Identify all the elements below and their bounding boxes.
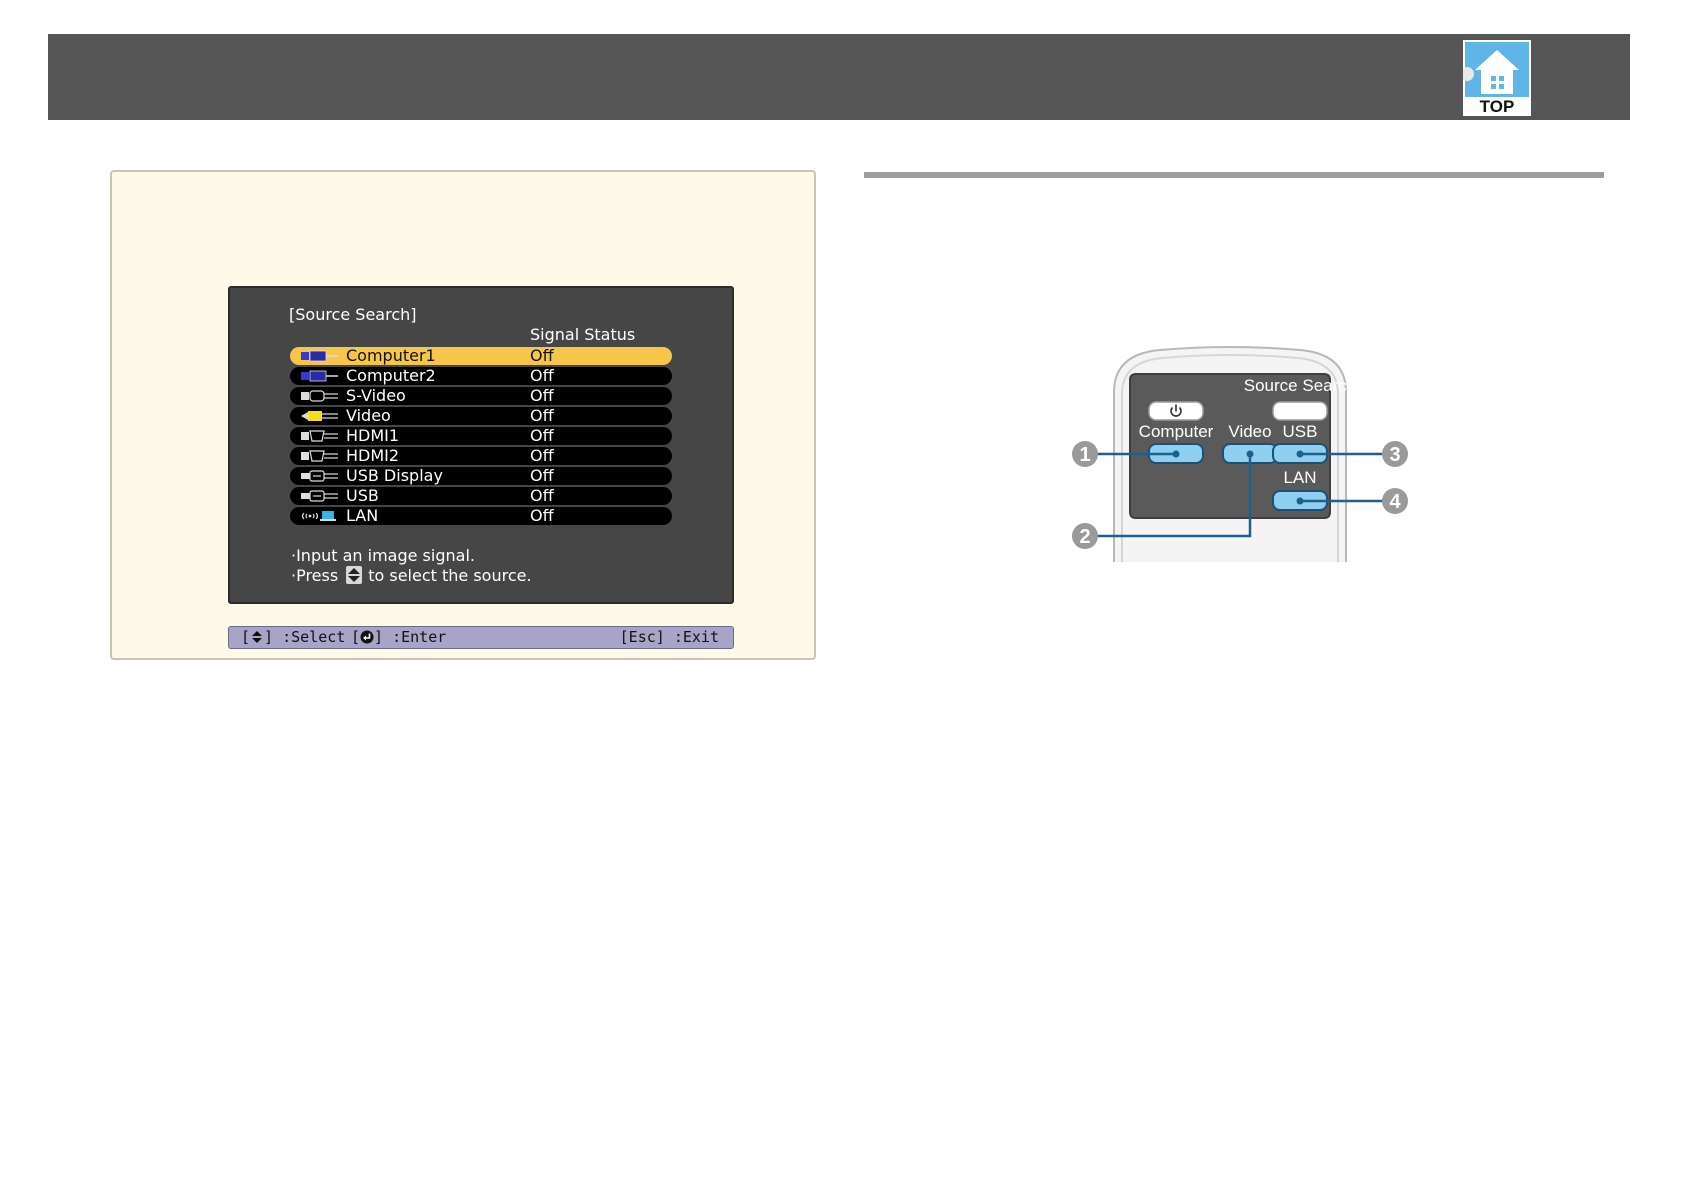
source-row-computer1[interactable]: Computer1 Off xyxy=(290,347,672,365)
enter-key-guide: [ ] :Enter xyxy=(351,627,446,648)
source-row-video[interactable]: Video Off xyxy=(290,407,672,425)
section-divider xyxy=(864,172,1604,178)
wireless-lan-icon xyxy=(301,511,336,521)
computer-port-icon xyxy=(301,350,338,362)
select-source-text: to select the source. xyxy=(368,566,532,585)
press-text: ·Press xyxy=(291,566,339,585)
input-signal-message: ·Input an image signal. xyxy=(291,546,475,565)
callout-3: 3 xyxy=(1382,441,1408,467)
source-row-hdmi1[interactable]: HDMI1 Off xyxy=(290,427,672,445)
svg-text:1: 1 xyxy=(1079,444,1090,466)
svideo-port-icon xyxy=(301,390,338,402)
usb-port-icon xyxy=(301,470,338,482)
top-button-label: TOP xyxy=(1480,97,1515,116)
video-port-icon xyxy=(301,411,338,421)
signal-status-value: Off xyxy=(530,506,554,525)
source-row-s-video[interactable]: S-Video Off xyxy=(290,387,672,405)
source-label: S-Video xyxy=(346,386,406,405)
source-label: LAN xyxy=(346,506,379,525)
source-row-lan[interactable]: LAN Off xyxy=(290,507,672,525)
source-row-hdmi2[interactable]: HDMI2 Off xyxy=(290,447,672,465)
source-label: HDMI1 xyxy=(346,426,400,445)
video-label: Video xyxy=(1228,422,1271,441)
source-list: Computer1 Off Computer2 Off S-Video Off Video O… xyxy=(290,347,672,527)
enter-bracket: [ xyxy=(351,628,361,646)
source-search-label: Source Search xyxy=(1244,376,1356,395)
signal-status-value: Off xyxy=(530,446,554,465)
signal-status-header: Signal Status xyxy=(530,325,636,344)
source-row-usb-display[interactable]: USB Display Off xyxy=(290,467,672,485)
select-key-label: ] :Select xyxy=(264,628,346,646)
source-label: USB Display xyxy=(346,466,443,485)
signal-status-value: Off xyxy=(530,486,554,505)
up-down-key-icon xyxy=(252,631,263,643)
usb-port-icon xyxy=(301,490,338,502)
enter-key-label: ] :Enter xyxy=(374,628,447,646)
top-home-icon: TOP xyxy=(1463,40,1531,116)
up-down-arrow-icon xyxy=(346,566,363,584)
hdmi-port-icon xyxy=(301,450,338,462)
callout-4: 4 xyxy=(1382,488,1408,514)
source-label: HDMI2 xyxy=(346,446,400,465)
svg-text:4: 4 xyxy=(1389,491,1401,513)
callout-1: 1 xyxy=(1072,441,1098,467)
signal-status-value: Off xyxy=(530,466,554,485)
source-search-screen: [Source Search] Signal Status Computer1 O… xyxy=(228,286,734,604)
signal-status-value: Off xyxy=(530,366,554,385)
signal-status-value: Off xyxy=(530,406,554,425)
computer-label: Computer xyxy=(1139,422,1214,441)
lan-label: LAN xyxy=(1283,468,1316,487)
signal-status-value: Off xyxy=(530,386,554,405)
key-guide-bar: [ ] :Select [ ] :Enter [Esc] :Exit xyxy=(228,626,734,649)
source-label: USB xyxy=(346,486,379,505)
page-header-bar xyxy=(48,34,1630,120)
select-bracket: [ xyxy=(241,628,251,646)
signal-status-value: Off xyxy=(530,426,554,445)
signal-status-value: Off xyxy=(530,346,554,365)
top-button[interactable]: TOP xyxy=(1463,40,1531,116)
hdmi-port-icon xyxy=(301,430,338,442)
screen-title: [Source Search] xyxy=(289,305,417,324)
usb-label: USB xyxy=(1283,422,1318,441)
power-button[interactable] xyxy=(1148,401,1204,421)
select-key-guide: [ ] :Select xyxy=(241,627,345,648)
select-source-message: ·Press to select the source. xyxy=(291,566,532,585)
enter-key-icon xyxy=(360,630,374,644)
svg-text:3: 3 xyxy=(1389,444,1400,466)
source-label: Computer1 xyxy=(346,346,436,365)
source-label: Video xyxy=(346,406,391,425)
source-label: Computer2 xyxy=(346,366,436,385)
source-search-button[interactable] xyxy=(1272,401,1328,421)
exit-key-guide: [Esc] :Exit xyxy=(619,628,719,646)
source-row-computer2[interactable]: Computer2 Off xyxy=(290,367,672,385)
callout-2: 2 xyxy=(1072,523,1098,549)
svg-text:2: 2 xyxy=(1079,526,1090,548)
computer-port-icon xyxy=(301,370,338,382)
source-row-usb[interactable]: USB Off xyxy=(290,487,672,505)
remote-control-figure: Source Search Computer Video USB LAN 1 2… xyxy=(1070,346,1430,562)
